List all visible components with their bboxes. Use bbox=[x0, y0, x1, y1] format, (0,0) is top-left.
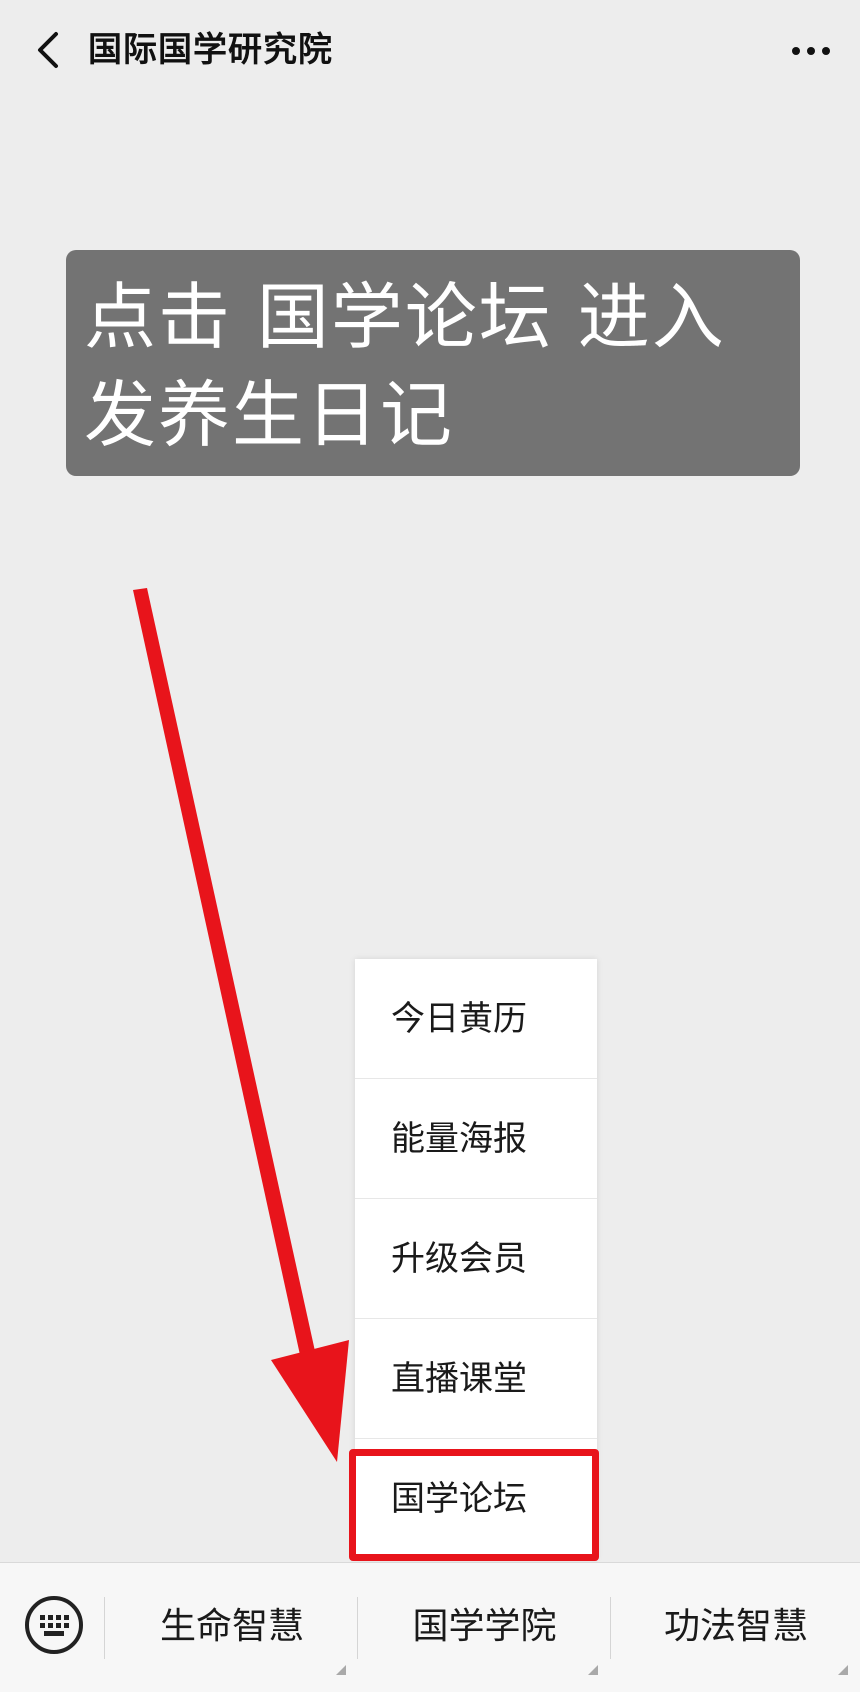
page-title: 国际国学研究院 bbox=[88, 30, 333, 70]
submenu-indicator-icon bbox=[336, 1665, 346, 1675]
submenu-item-energy-poster[interactable]: 能量海报 bbox=[355, 1079, 597, 1199]
keyboard-toggle-button[interactable] bbox=[22, 1593, 86, 1657]
submenu-item-upgrade-membership[interactable]: 升级会员 bbox=[355, 1199, 597, 1319]
submenu-indicator-icon bbox=[838, 1665, 848, 1675]
instruction-text: 点击 国学论坛 进入发养生日记 bbox=[84, 275, 726, 457]
top-nav-bar: 国际国学研究院 bbox=[0, 0, 860, 100]
menu-tab-label: 生命智慧 bbox=[159, 1606, 304, 1647]
submenu-popup: 今日黄历 能量海报 升级会员 直播课堂 国学论坛 bbox=[355, 959, 597, 1559]
keyboard-icon bbox=[25, 1596, 83, 1654]
menu-tab-label: 功法智慧 bbox=[663, 1606, 808, 1647]
menu-tab-life-wisdom[interactable]: 生命智慧 bbox=[106, 1563, 358, 1691]
menu-tab-guoxue-academy[interactable]: 国学学院 bbox=[359, 1563, 610, 1691]
submenu-item-live-class[interactable]: 直播课堂 bbox=[355, 1319, 597, 1439]
chevron-left-icon bbox=[38, 32, 58, 68]
more-dots-icon bbox=[792, 47, 830, 55]
back-button[interactable] bbox=[24, 22, 76, 78]
menu-tab-gongfa-wisdom[interactable]: 功法智慧 bbox=[612, 1563, 860, 1691]
submenu-item-almanac[interactable]: 今日黄历 bbox=[355, 959, 597, 1079]
menu-divider bbox=[357, 1597, 358, 1659]
more-options-button[interactable] bbox=[784, 26, 838, 76]
bottom-menu-bar: 生命智慧 国学学院 功法智慧 bbox=[0, 1562, 860, 1692]
instruction-banner: 点击 国学论坛 进入发养生日记 bbox=[66, 250, 800, 476]
menu-divider bbox=[610, 1597, 611, 1659]
menu-divider bbox=[104, 1597, 105, 1659]
menu-tab-label: 国学学院 bbox=[412, 1606, 557, 1647]
submenu-item-forum[interactable]: 国学论坛 bbox=[355, 1439, 597, 1559]
submenu-indicator-icon bbox=[588, 1665, 598, 1675]
